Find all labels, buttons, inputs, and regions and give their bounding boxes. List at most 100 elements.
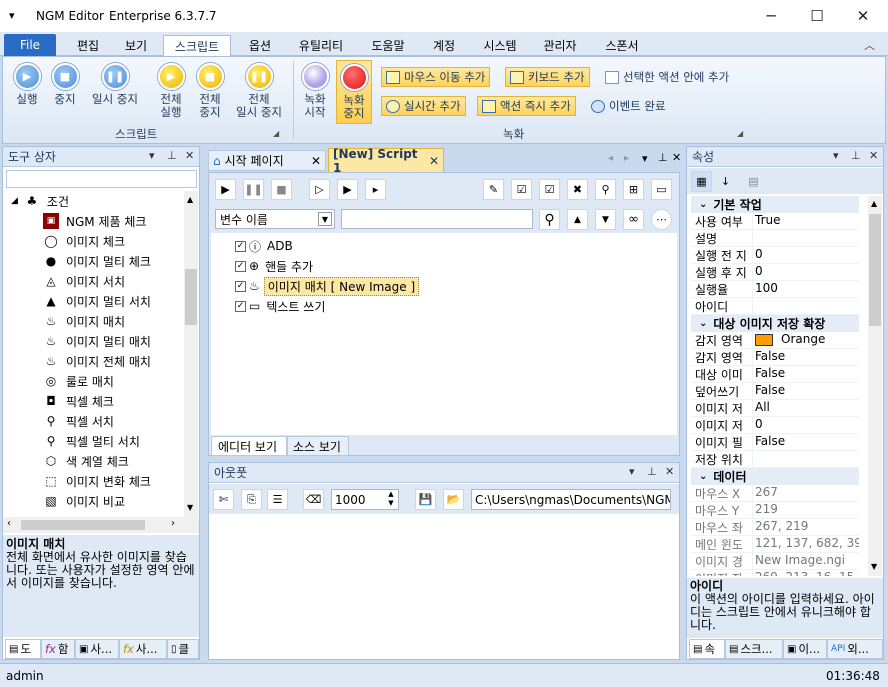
check-button[interactable]: ☑	[539, 179, 560, 200]
toolbox-item[interactable]: ⬡ 색 계열 체크	[43, 451, 129, 471]
tab-utility[interactable]: 유틸리티	[290, 35, 352, 56]
property-value[interactable]: 121, 137, 682, 394	[752, 536, 859, 552]
property-row[interactable]: 실행 전 지 0	[691, 247, 859, 264]
property-row[interactable]: 감지 영역 Orange	[691, 332, 859, 349]
node-adb[interactable]: ✓ ⓘ ADB	[235, 237, 293, 255]
toolbox-hscrollbar[interactable]: ‹ ›	[3, 517, 199, 533]
collapse-icon[interactable]: ◢	[11, 196, 18, 206]
property-row[interactable]: 이미지 좌269, 213, 16, 15	[691, 570, 859, 576]
property-row[interactable]: 메인 윈도 121, 137, 682, 394	[691, 536, 859, 553]
tab-admin[interactable]: 관리자	[536, 35, 584, 56]
property-row[interactable]: 저장 위치	[691, 451, 859, 468]
edit-action-button[interactable]: ✎	[483, 179, 504, 200]
dropdown-icon[interactable]: ▾	[833, 149, 839, 162]
close-script-tab-icon[interactable]: ✕	[429, 154, 439, 168]
property-row[interactable]: 대상 이미 False	[691, 366, 859, 383]
property-row[interactable]: 실행 후 지 0	[691, 264, 859, 281]
property-row[interactable]: 마우스 Y 219	[691, 502, 859, 519]
property-row[interactable]: 마우스 X 267	[691, 485, 859, 502]
property-row[interactable]: 마우스 좌 267, 219	[691, 519, 859, 536]
add-keyboard-button[interactable]: 키보드 추가	[505, 67, 590, 87]
event-done-button[interactable]: 이벤트 완료	[587, 96, 670, 116]
close-panel-icon[interactable]: ✕	[869, 149, 878, 162]
checkbox[interactable]: ✓	[235, 300, 246, 312]
tab-help[interactable]: 도움말	[364, 35, 412, 56]
property-row[interactable]: 감지 영역 False	[691, 349, 859, 366]
property-row[interactable]: 이미지 필 False	[691, 434, 859, 451]
collapse-icon[interactable]: ⌄	[699, 318, 707, 329]
property-category[interactable]: ⌄ 기본 작업	[691, 196, 859, 213]
toolbox-item[interactable]: ♨ 이미지 전체 매치	[43, 351, 151, 371]
output-path-input[interactable]: C:\Users\ngmas\Documents\NGM6\	[471, 489, 671, 510]
node-image-match[interactable]: ✓ ♨ 이미지 매치 [ New Image ]	[235, 276, 420, 296]
hscroll-thumb[interactable]	[21, 520, 145, 530]
editor-pause-button[interactable]: ❚❚	[243, 179, 264, 200]
editor-stop-button[interactable]: ■	[271, 179, 292, 200]
property-scrollbar[interactable]: ▲ ▼	[868, 196, 882, 576]
property-value[interactable]: 219	[752, 502, 859, 518]
tab-list-icon[interactable]: ▾	[642, 152, 648, 165]
tab-edit[interactable]: 편집	[68, 35, 108, 56]
tab-user1[interactable]: ▣ 사...	[75, 639, 119, 659]
pause-button[interactable]: ❚❚ 일시 중지	[87, 63, 143, 106]
minimize-button[interactable]: ─	[748, 0, 794, 32]
tab-start-page[interactable]: ⌂ 시작 페이지 ✕	[208, 150, 326, 171]
property-value[interactable]: True	[752, 213, 859, 229]
collapse-icon[interactable]: ⌄	[699, 199, 707, 210]
tab-editor-view[interactable]: 에디터 보기	[211, 436, 287, 456]
dropdown-icon[interactable]: ▾	[629, 465, 635, 478]
collapse-ribbon-icon[interactable]: ︿	[864, 37, 875, 53]
eraser-button[interactable]: ⌫	[303, 489, 324, 510]
editor-step-button[interactable]: ▷	[309, 179, 330, 200]
tab-script-1[interactable]: [New] Script 1 ✕	[328, 147, 444, 175]
property-value[interactable]: 0	[752, 247, 859, 263]
tab-properties[interactable]: ▤ 속	[689, 639, 725, 659]
pin-editor-icon[interactable]: ⊥	[658, 151, 668, 164]
toolbox-search-input[interactable]	[6, 170, 197, 188]
property-value[interactable]	[752, 298, 859, 314]
toolbox-item[interactable]: ▧ 이미지 비교	[43, 491, 125, 511]
property-row[interactable]: 설명	[691, 230, 859, 247]
close-button[interactable]: ✕	[840, 0, 886, 32]
check-all-button[interactable]: ☑	[511, 179, 532, 200]
checkbox[interactable]: ✓	[235, 280, 246, 292]
tab-user2[interactable]: fx 사...	[119, 639, 167, 659]
variable-select[interactable]: 변수 이름 ▼	[215, 209, 335, 229]
property-value[interactable]: 100	[752, 281, 859, 297]
property-value[interactable]: False	[752, 434, 859, 450]
scroll-thumb[interactable]	[869, 214, 881, 326]
record-start-button[interactable]: 녹화 시작	[299, 63, 331, 119]
tab-toolbox[interactable]: ▤ 도	[5, 639, 41, 659]
property-value[interactable]: All	[752, 400, 859, 416]
close-panel-icon[interactable]: ✕	[665, 465, 674, 478]
add-realtime-button[interactable]: 실시간 추가	[381, 96, 466, 116]
close-panel-icon[interactable]: ✕	[185, 149, 194, 162]
toolbox-item[interactable]: ◘ 픽셀 체크	[43, 391, 114, 411]
tab-view[interactable]: 보기	[116, 35, 156, 56]
tab-functions[interactable]: fx 함	[41, 639, 75, 659]
toolbox-item[interactable]: ⬚ 이미지 변화 체크	[43, 471, 151, 491]
property-value[interactable]: 269, 213, 16, 15	[752, 570, 859, 576]
toolbox-item[interactable]: ● 이미지 멀티 체크	[43, 251, 151, 271]
property-category[interactable]: ⌄ 대상 이미지 저장 확장	[691, 315, 859, 332]
find-button[interactable]: ⚲	[595, 179, 616, 200]
property-value[interactable]: False	[752, 383, 859, 399]
toolbox-item[interactable]: ⚲ 픽셀 서치	[43, 411, 114, 431]
sort-az-icon[interactable]: ↓	[715, 171, 736, 192]
property-row[interactable]: 사용 여부 True	[691, 213, 859, 230]
toolbox-scrollbar[interactable]: ▲ ▼	[184, 191, 198, 517]
scroll-thumb[interactable]	[185, 269, 197, 325]
pin-icon[interactable]: ⊥	[851, 149, 861, 162]
tab-source-view[interactable]: 소스 보기	[287, 436, 349, 456]
ribbon-expander-icon-2[interactable]: ◢	[737, 129, 743, 138]
property-row[interactable]: 아이디	[691, 298, 859, 315]
tab-images[interactable]: ▣ 이...	[783, 639, 827, 659]
property-value[interactable]: 267	[752, 485, 859, 501]
stepper-arrows-icon[interactable]: ▲ ▼	[385, 490, 397, 508]
property-value[interactable]: 0	[752, 417, 859, 433]
property-value[interactable]: False	[752, 349, 859, 365]
variable-search-input[interactable]	[341, 209, 533, 229]
toolbox-item[interactable]: ◎ 룰로 매치	[43, 371, 114, 391]
pause-all-button[interactable]: ❚❚ 전체 일시 중지	[231, 63, 287, 119]
toolbox-item[interactable]: ◯ 이미지 체크	[43, 231, 125, 251]
